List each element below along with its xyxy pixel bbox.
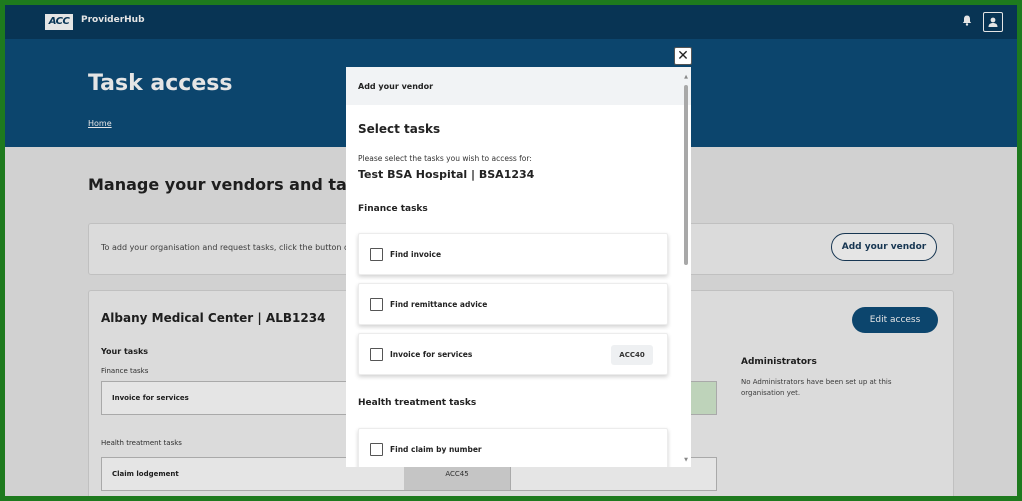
- app-frame: ACC ProviderHub Task access Home Manage …: [0, 0, 1022, 501]
- finance-tasks-heading: Finance tasks: [358, 204, 428, 214]
- task-option-label: Find claim by number: [390, 445, 482, 454]
- task-option-label: Invoice for services: [390, 350, 473, 359]
- modal-description: Please select the tasks you wish to acce…: [358, 154, 532, 163]
- scroll-up-arrow-icon[interactable]: ▲: [683, 75, 689, 80]
- task-option-find-remittance-advice[interactable]: Find remittance advice: [358, 283, 668, 325]
- close-icon[interactable]: ✕: [674, 47, 692, 65]
- modal-header-title: Add your vendor: [358, 82, 434, 91]
- modal-scrollbar[interactable]: ▲ ▼: [683, 75, 689, 463]
- scroll-down-arrow-icon[interactable]: ▼: [683, 458, 689, 463]
- task-option-label: Find remittance advice: [390, 300, 488, 309]
- hospital-name: Test BSA Hospital | BSA1234: [358, 168, 535, 181]
- scroll-thumb[interactable]: [684, 85, 688, 265]
- task-checkbox[interactable]: [370, 298, 383, 311]
- modal-header: Add your vendor: [346, 67, 691, 105]
- health-treatment-tasks-heading: Health treatment tasks: [358, 398, 477, 408]
- task-checkbox[interactable]: [370, 443, 383, 456]
- add-vendor-modal: Add your vendor Select tasks Please sele…: [346, 67, 691, 467]
- task-checkbox[interactable]: [370, 248, 383, 261]
- acc-code-badge: ACC40: [611, 345, 653, 365]
- task-checkbox[interactable]: [370, 348, 383, 361]
- select-tasks-title: Select tasks: [358, 122, 441, 136]
- task-option-invoice-for-services[interactable]: Invoice for services ACC40: [358, 333, 668, 375]
- task-option-label: Find invoice: [390, 250, 442, 259]
- task-option-find-invoice[interactable]: Find invoice: [358, 233, 668, 275]
- task-option-find-claim-by-number[interactable]: Find claim by number: [358, 428, 668, 467]
